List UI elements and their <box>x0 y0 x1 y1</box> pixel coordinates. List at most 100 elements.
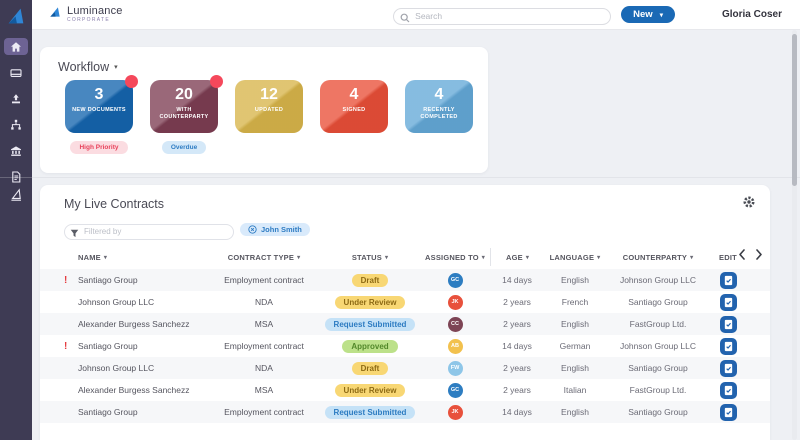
priority-icon: ! <box>64 340 68 352</box>
cell-age: 2 years <box>503 363 531 373</box>
edit-button[interactable] <box>719 359 737 377</box>
cell-edit <box>710 293 746 311</box>
cell-age: 2 years <box>503 297 531 307</box>
cell-status: Under Review <box>320 383 420 397</box>
column-header-language[interactable]: LANGUAGE ▾ <box>544 248 606 266</box>
edit-button[interactable] <box>719 337 737 355</box>
column-header-label: ASSIGNED TO <box>425 252 479 262</box>
cell-name: Santiago Group <box>78 275 138 285</box>
cell-status: Request Submitted <box>320 317 420 331</box>
column-header-label: AGE <box>505 252 523 262</box>
sidebar-footer-item[interactable] <box>0 188 32 202</box>
workflow-badge[interactable]: Overdue <box>161 141 207 154</box>
cell-contract-type: Employment contract <box>224 341 304 351</box>
status-badge: Draft <box>351 273 389 287</box>
edit-button[interactable] <box>719 315 737 333</box>
column-header-status[interactable]: STATUS ▾ <box>320 248 420 266</box>
sidebar-item-card[interactable] <box>4 64 28 81</box>
cell-language: English <box>561 407 589 417</box>
sidebar-item-home[interactable] <box>4 38 28 55</box>
sort-caret-icon: ▾ <box>690 254 694 261</box>
edit-doc-icon <box>723 385 734 396</box>
edit-button[interactable] <box>719 293 737 311</box>
column-header-label: STATUS <box>351 252 382 262</box>
table-row[interactable]: Johnson Group LLC NDA Draft FW 2 years Englis… <box>40 357 770 379</box>
edit-button[interactable] <box>719 381 737 399</box>
workflow-card-updated[interactable]: 12 UPDATED <box>235 80 303 133</box>
table-row[interactable]: ! Santiago Group Employment contract Draft G… <box>40 269 770 291</box>
chevron-down-icon: ▾ <box>659 11 663 19</box>
brand-subtitle: CORPORATE <box>67 17 110 23</box>
edit-button[interactable] <box>719 403 737 421</box>
user-menu[interactable]: GC Gloria Coser <box>701 7 782 22</box>
user-avatar: GC <box>703 11 713 18</box>
workflow-card-with-counterparty[interactable]: 20 WITH COUNTERPARTY <box>150 75 223 133</box>
cell-language: French <box>561 297 589 307</box>
filter-input[interactable] <box>64 223 234 240</box>
remove-filter-icon[interactable] <box>248 225 257 234</box>
sort-caret-icon: ▾ <box>597 254 601 261</box>
table-row[interactable]: ! Santiago Group Employment contract Approv… <box>40 335 770 357</box>
chevron-right-icon[interactable] <box>755 249 763 260</box>
workflow-card-recently-completed[interactable]: 4 RECENTLY COMPLETED <box>405 80 473 133</box>
table-pager <box>738 249 763 260</box>
luminance-sail-logo <box>4 4 28 28</box>
chevron-left-icon[interactable] <box>738 249 746 260</box>
cell-contract-type: Employment contract <box>224 275 304 285</box>
column-header-name[interactable]: NAME ▾ <box>78 248 208 266</box>
cell-language: German <box>559 341 591 351</box>
column-header-contract-type[interactable]: CONTRACT TYPE ▾ <box>208 248 320 266</box>
search-input[interactable] <box>393 7 612 25</box>
workflow-card-column: 4 SIGNED <box>320 80 388 154</box>
cell-edit <box>710 359 746 377</box>
sidebar-item-bank[interactable] <box>4 142 28 159</box>
search-field <box>393 6 612 25</box>
workflow-card-count: 4 <box>434 86 444 103</box>
edit-doc-icon <box>723 341 734 352</box>
gear-icon[interactable] <box>742 195 756 214</box>
contracts-panel: My Live Contracts John Smith NAME▾CONTRA… <box>40 185 770 440</box>
new-button[interactable]: New ▾ <box>621 6 675 23</box>
workflow-card-signed[interactable]: 4 SIGNED <box>320 80 388 133</box>
cell-language: English <box>561 363 589 373</box>
status-badge: Under Review <box>334 295 406 309</box>
brand-name: Luminance <box>67 5 123 17</box>
assignee-avatar: AB <box>447 338 463 354</box>
column-header-label: EDIT <box>719 252 737 262</box>
cell-contract-type: MSA <box>254 385 274 395</box>
filter-funnel-icon <box>70 225 79 243</box>
sidebar-item-upload[interactable] <box>4 90 28 107</box>
workflow-card-label: SIGNED <box>342 106 366 113</box>
cell-counterparty: Johnson Group LLC <box>619 341 697 351</box>
cell-language: Italian <box>563 385 587 395</box>
cell-assigned-to: GC <box>420 272 490 288</box>
notification-dot <box>210 75 223 88</box>
column-header-counterparty[interactable]: COUNTERPARTY ▾ <box>606 248 710 266</box>
edit-button[interactable] <box>719 271 737 289</box>
scrollbar-thumb[interactable] <box>792 34 797 186</box>
column-header-assigned-to[interactable]: ASSIGNED TO ▾ <box>420 248 490 266</box>
workflow-card-new-documents[interactable]: 3 NEW DOCUMENTS <box>65 75 138 133</box>
sort-caret-icon: ▾ <box>525 254 530 261</box>
cell-contract-type: Employment contract <box>224 407 304 417</box>
workflow-badge[interactable]: High Priority <box>70 141 128 154</box>
sidebar-item-org-chart[interactable] <box>4 116 28 133</box>
table-row[interactable]: Alexander Burgess Sanchezz MSA Under Revie… <box>40 379 770 401</box>
filter-chip-john-smith[interactable]: John Smith <box>240 223 310 236</box>
topbar: Luminance CORPORATE New ▾ GC Gloria Cose… <box>32 0 800 30</box>
sort-caret-icon: ▾ <box>384 254 389 261</box>
workflow-card-column: 3 NEW DOCUMENTS High Priority <box>65 75 138 154</box>
cell-language: English <box>561 319 589 329</box>
table-row[interactable]: Alexander Burgess Sanchezz MSA Request Sub… <box>40 313 770 335</box>
edit-doc-icon <box>723 319 734 330</box>
cell-name: Alexander Burgess Sanchezz <box>78 385 190 395</box>
cell-age: 14 days <box>502 275 532 285</box>
cell-age: 2 years <box>503 319 531 329</box>
table-row[interactable]: Johnson Group LLC NDA Under Review JK 2 year… <box>40 291 770 313</box>
sidebar-nav <box>4 38 28 185</box>
priority-icon: ! <box>64 274 68 286</box>
cell-status: Draft <box>320 361 420 375</box>
workflow-title[interactable]: Workflow ▾ <box>58 60 118 74</box>
table-row[interactable]: Santiago Group Employment contract Request… <box>40 401 770 423</box>
column-header-age[interactable]: AGE ▾ <box>490 248 544 266</box>
